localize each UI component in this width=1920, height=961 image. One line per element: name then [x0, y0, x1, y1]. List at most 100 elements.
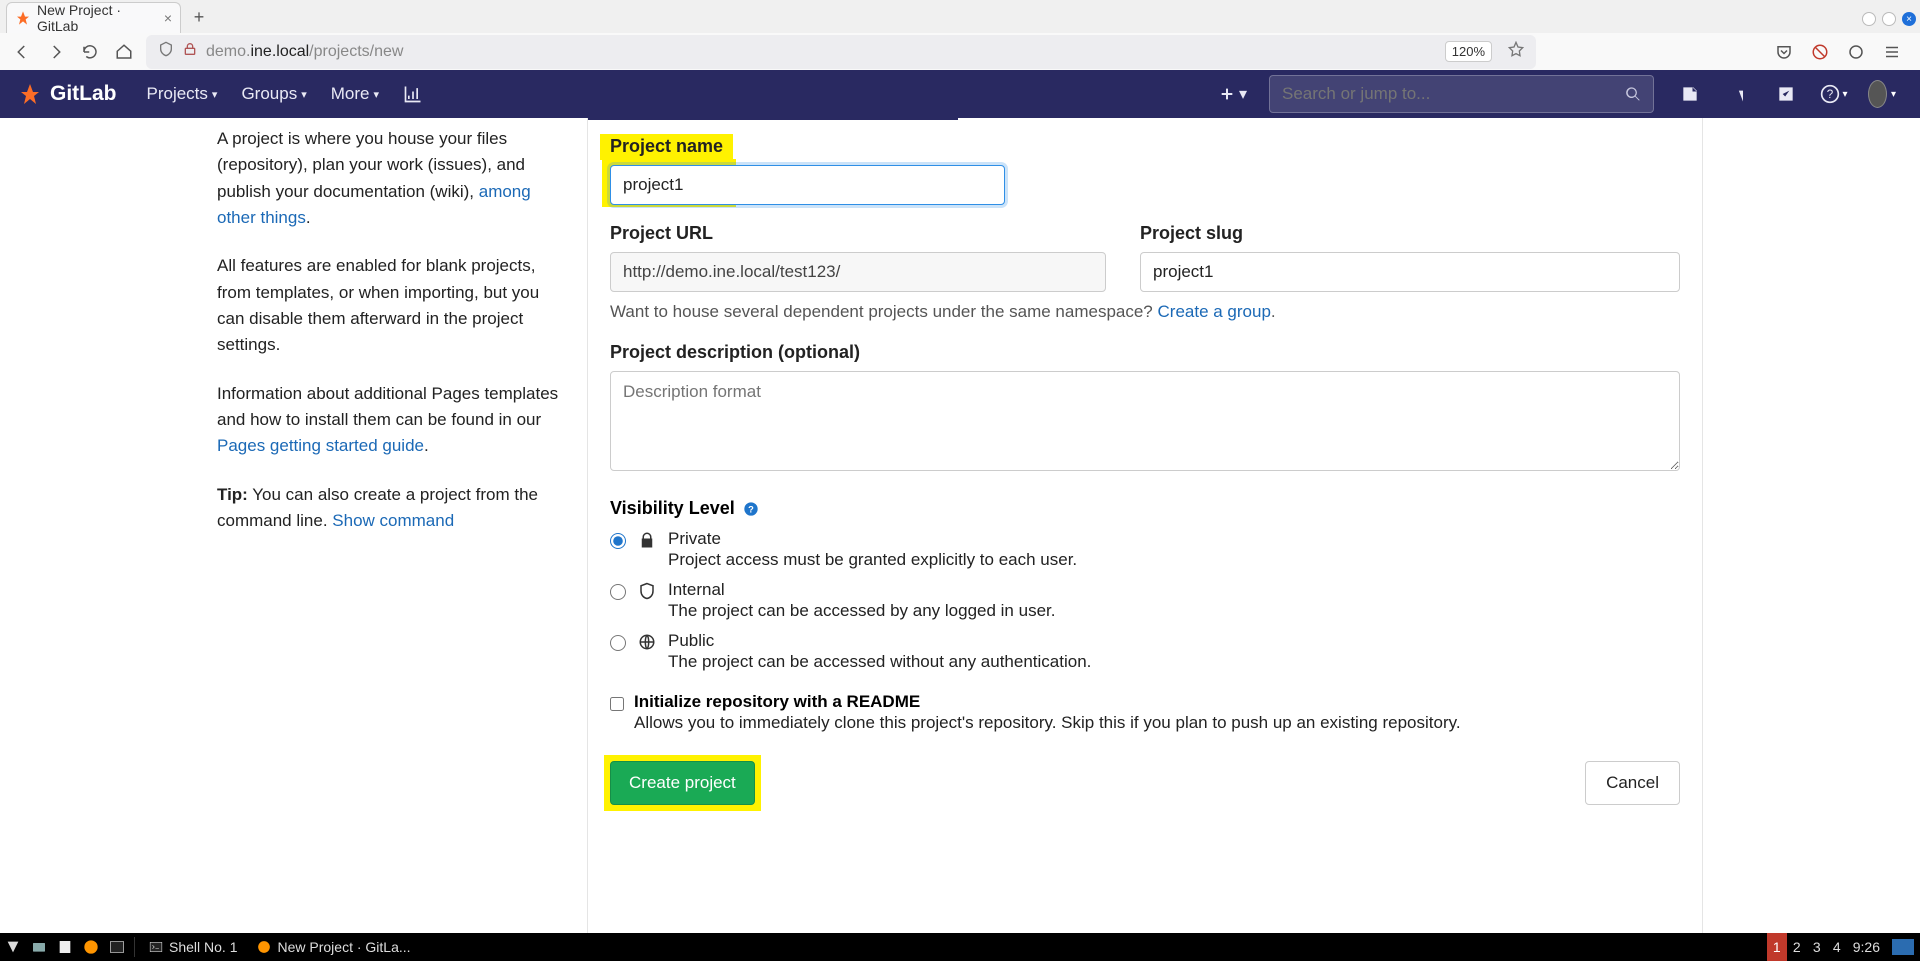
todos-icon[interactable]	[1772, 80, 1800, 108]
visibility-private-title: Private	[668, 529, 1077, 549]
workspace-2[interactable]: 2	[1787, 933, 1807, 961]
sidebar-p1: A project is where you house your files …	[217, 126, 561, 231]
visibility-public-desc: The project can be accessed without any …	[668, 652, 1091, 672]
gitlab-topbar: GitLab Projects ▾ Groups ▾ More ▾ ▾ ?▾ ▾	[0, 70, 1920, 118]
taskbar-firefox-label: New Project · GitLa...	[277, 939, 410, 955]
chevron-down-icon: ▾	[1842, 89, 1847, 100]
text-editor-icon[interactable]	[52, 933, 78, 961]
bookmark-star-icon[interactable]	[1508, 41, 1524, 62]
home-button[interactable]	[112, 40, 136, 64]
chart-icon	[403, 84, 423, 104]
project-name-label: Project name	[610, 136, 1680, 157]
initialize-readme-checkbox[interactable]	[610, 697, 624, 711]
reload-button[interactable]	[78, 40, 102, 64]
gitlab-brand-text: GitLab	[50, 82, 117, 106]
menu-icon[interactable]	[1880, 40, 1904, 64]
plus-icon	[1219, 86, 1235, 102]
back-button[interactable]	[10, 40, 34, 64]
project-url-label: Project URL	[610, 223, 1106, 244]
workspace-3[interactable]: 3	[1807, 933, 1827, 961]
taskbar-firefox-app[interactable]: New Project · GitLa...	[247, 933, 420, 961]
terminal-quicklaunch-icon[interactable]	[104, 933, 130, 961]
url-text: demo.ine.local/projects/new	[206, 43, 403, 61]
sidebar-description: A project is where you house your files …	[217, 118, 587, 933]
project-slug-input[interactable]	[1140, 252, 1680, 292]
nav-more-label: More	[331, 84, 370, 104]
initialize-readme-option[interactable]: Initialize repository with a README Allo…	[610, 692, 1680, 733]
create-group-link[interactable]: Create a group	[1158, 302, 1271, 321]
chevron-down-icon: ▾	[1891, 89, 1896, 100]
svg-text:?: ?	[1827, 88, 1834, 101]
user-menu[interactable]: ▾	[1868, 80, 1896, 108]
show-command-link[interactable]: Show command	[332, 511, 454, 530]
search-input[interactable]	[1282, 84, 1625, 104]
project-description-input[interactable]	[610, 371, 1680, 471]
system-taskbar: Shell No. 1 New Project · GitLa... 1 2 3…	[0, 933, 1920, 961]
tray-monitor-icon[interactable]	[1892, 939, 1914, 955]
visibility-private-option[interactable]: Private Project access must be granted e…	[610, 529, 1680, 570]
project-name-input[interactable]	[610, 165, 1005, 205]
shield-icon	[636, 582, 658, 600]
visibility-internal-title: Internal	[668, 580, 1055, 600]
visibility-internal-option[interactable]: Internal The project can be accessed by …	[610, 580, 1680, 621]
browser-tab-title: New Project · GitLab	[37, 2, 158, 34]
firefox-quicklaunch-icon[interactable]	[78, 933, 104, 961]
workspace-4[interactable]: 4	[1827, 933, 1847, 961]
search-icon	[1625, 86, 1641, 102]
readme-title: Initialize repository with a README	[634, 692, 1461, 712]
visibility-internal-radio[interactable]	[610, 584, 626, 600]
gitlab-logo[interactable]: GitLab	[18, 82, 117, 106]
help-icon[interactable]: ?▾	[1820, 80, 1848, 108]
zoom-badge[interactable]: 120%	[1445, 41, 1492, 62]
new-menu-button[interactable]: ▾	[1213, 78, 1253, 110]
url-bar[interactable]: demo.ine.local/projects/new 120%	[146, 35, 1536, 69]
taskbar-shell-app[interactable]: Shell No. 1	[139, 933, 247, 961]
noscript-icon[interactable]	[1808, 40, 1832, 64]
nav-groups-label: Groups	[241, 84, 297, 104]
group-help-text: Want to house several dependent projects…	[610, 302, 1680, 322]
window-minimize-button[interactable]	[1862, 12, 1876, 26]
browser-toolbar: demo.ine.local/projects/new 120%	[0, 33, 1920, 70]
visibility-private-radio[interactable]	[610, 533, 626, 549]
avatar	[1868, 80, 1887, 108]
merge-requests-icon[interactable]	[1724, 80, 1752, 108]
firefox-icon	[257, 940, 271, 954]
extension-icon[interactable]	[1844, 40, 1868, 64]
visibility-public-title: Public	[668, 631, 1091, 651]
form-panel: Project name Project URL Project slug	[587, 118, 1703, 933]
sidebar-p3: Information about additional Pages templ…	[217, 381, 561, 460]
global-search[interactable]	[1269, 75, 1654, 113]
window-close-button[interactable]: ×	[1902, 12, 1916, 26]
content-wrap: A project is where you house your files …	[205, 118, 1715, 933]
chevron-down-icon: ▾	[373, 88, 379, 101]
chevron-down-icon: ▾	[1239, 84, 1247, 104]
visibility-public-option[interactable]: Public The project can be accessed witho…	[610, 631, 1680, 672]
visibility-label: Visibility Level ?	[610, 498, 1680, 519]
window-maximize-button[interactable]	[1882, 12, 1896, 26]
pages-guide-link[interactable]: Pages getting started guide	[217, 436, 424, 455]
file-manager-icon[interactable]	[26, 933, 52, 961]
close-tab-icon[interactable]: ×	[164, 10, 172, 26]
project-slug-group: Project slug	[1140, 223, 1680, 292]
nav-more[interactable]: More ▾	[323, 78, 387, 110]
help-circle-icon[interactable]: ?	[743, 501, 759, 517]
browser-tab[interactable]: New Project · GitLab ×	[6, 2, 181, 33]
project-description-label: Project description (optional)	[610, 342, 1680, 363]
nav-groups[interactable]: Groups ▾	[233, 78, 314, 110]
workspace-1[interactable]: 1	[1767, 933, 1787, 961]
cancel-button[interactable]: Cancel	[1585, 761, 1680, 805]
lock-icon	[636, 531, 658, 549]
forward-button[interactable]	[44, 40, 68, 64]
create-project-button[interactable]: Create project	[610, 761, 755, 805]
visibility-section: Visibility Level ? Private Project acces…	[610, 498, 1680, 672]
project-slug-label: Project slug	[1140, 223, 1680, 244]
nav-activity[interactable]	[395, 78, 431, 110]
pocket-icon[interactable]	[1772, 40, 1796, 64]
new-tab-button[interactable]: +	[185, 3, 213, 31]
nav-projects[interactable]: Projects ▾	[139, 78, 226, 110]
apps-menu-icon[interactable]	[0, 933, 26, 961]
visibility-public-radio[interactable]	[610, 635, 626, 651]
issues-icon[interactable]	[1676, 80, 1704, 108]
nav-projects-label: Projects	[147, 84, 208, 104]
project-url-input[interactable]	[610, 252, 1106, 292]
